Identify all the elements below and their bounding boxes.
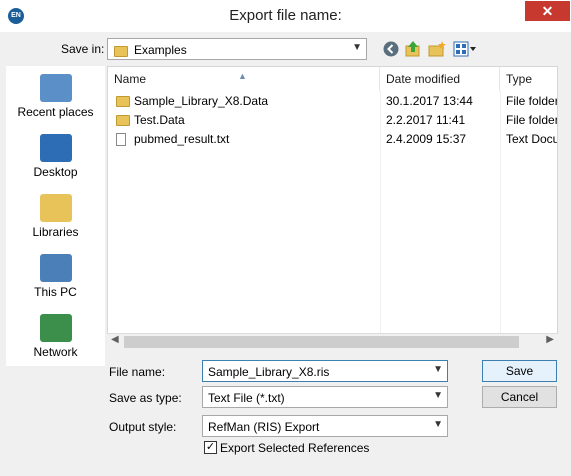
file-name-value: Sample_Library_X8.ris — [208, 365, 330, 379]
file-name-label: File name: — [109, 365, 166, 379]
file-row[interactable]: Test.Data 2.2.2017 11:41 File folder — [108, 111, 558, 130]
file-name-input[interactable]: Sample_Library_X8.ris ▼ — [202, 360, 448, 382]
folder-icon — [116, 92, 130, 111]
save-as-type-value: Text File (*.txt) — [208, 391, 285, 405]
file-date: 2.4.2009 15:37 — [386, 132, 467, 146]
file-type: File folder — [506, 94, 558, 108]
column-name[interactable]: ▲ Name — [108, 67, 380, 91]
network-icon — [39, 314, 72, 342]
scrollbar-thumb[interactable] — [124, 336, 519, 348]
libraries-icon — [39, 194, 72, 222]
place-network[interactable]: Network — [6, 314, 105, 359]
desktop-icon — [39, 134, 72, 162]
place-recent-places[interactable]: Recent places — [6, 74, 105, 119]
place-label: Libraries — [32, 225, 79, 239]
back-icon[interactable] — [382, 40, 400, 58]
output-style-label: Output style: — [109, 420, 177, 434]
file-date: 30.1.2017 13:44 — [386, 94, 473, 108]
file-name: pubmed_result.txt — [134, 132, 230, 146]
column-type[interactable]: Type — [500, 67, 557, 91]
output-style-dropdown[interactable]: RefMan (RIS) Export ▼ — [202, 415, 448, 437]
chevron-down-icon: ▼ — [352, 42, 362, 53]
output-style-value: RefMan (RIS) Export — [208, 420, 320, 434]
column-date-modified[interactable]: Date modified — [380, 67, 500, 91]
file-row[interactable]: pubmed_result.txt 2.4.2009 15:37 Text Docu — [108, 130, 558, 149]
chevron-down-icon: ▼ — [433, 364, 443, 375]
save-in-label: Save in: — [61, 42, 105, 56]
scroll-right-icon[interactable]: ▶ — [546, 334, 554, 345]
file-type: File folder — [506, 113, 558, 127]
place-label: Desktop — [33, 165, 78, 179]
place-this-pc[interactable]: This PC — [6, 254, 105, 299]
export-selected-checkbox[interactable]: ✓ — [204, 441, 217, 454]
place-libraries[interactable]: Libraries — [6, 194, 105, 239]
text-file-icon — [116, 130, 126, 149]
horizontal-scrollbar[interactable]: ◀ ▶ — [107, 333, 558, 350]
file-date: 2.2.2017 11:41 — [386, 113, 466, 127]
file-list[interactable]: ▲ Name Date modified Type Sample_Library… — [107, 66, 558, 348]
close-button[interactable]: ✕ — [525, 1, 570, 21]
place-desktop[interactable]: Desktop — [6, 134, 105, 179]
place-label: Recent places — [17, 105, 94, 119]
up-folder-icon[interactable] — [404, 40, 422, 58]
scroll-left-icon[interactable]: ◀ — [111, 334, 119, 345]
file-name: Test.Data — [134, 113, 185, 127]
folder-icon — [114, 46, 128, 58]
save-in-dropdown[interactable]: Examples ▼ — [107, 38, 367, 60]
folder-icon — [116, 111, 130, 130]
title-bar: EN Export file name: ✕ — [0, 0, 571, 32]
place-label: This PC — [34, 285, 77, 299]
place-label: Network — [33, 345, 78, 359]
this-pc-icon — [39, 254, 72, 282]
save-button[interactable]: Save — [482, 360, 557, 382]
sort-ascending-icon: ▲ — [238, 71, 247, 81]
save-as-type-label: Save as type: — [109, 391, 182, 405]
export-selected-label[interactable]: Export Selected References — [220, 441, 369, 455]
view-menu-icon[interactable] — [453, 40, 477, 58]
chevron-down-icon: ▼ — [433, 419, 443, 430]
cancel-button[interactable]: Cancel — [482, 386, 557, 408]
chevron-down-icon: ▼ — [433, 390, 443, 401]
file-name: Sample_Library_X8.Data — [134, 94, 269, 108]
window-title: Export file name: — [229, 7, 342, 24]
new-folder-icon[interactable] — [428, 40, 446, 58]
save-as-type-dropdown[interactable]: Text File (*.txt) ▼ — [202, 386, 448, 408]
recent-places-icon — [39, 74, 72, 102]
save-in-value: Examples — [134, 43, 187, 57]
file-row[interactable]: Sample_Library_X8.Data 30.1.2017 13:44 Fil… — [108, 92, 558, 111]
file-type: Text Docu — [506, 132, 558, 146]
